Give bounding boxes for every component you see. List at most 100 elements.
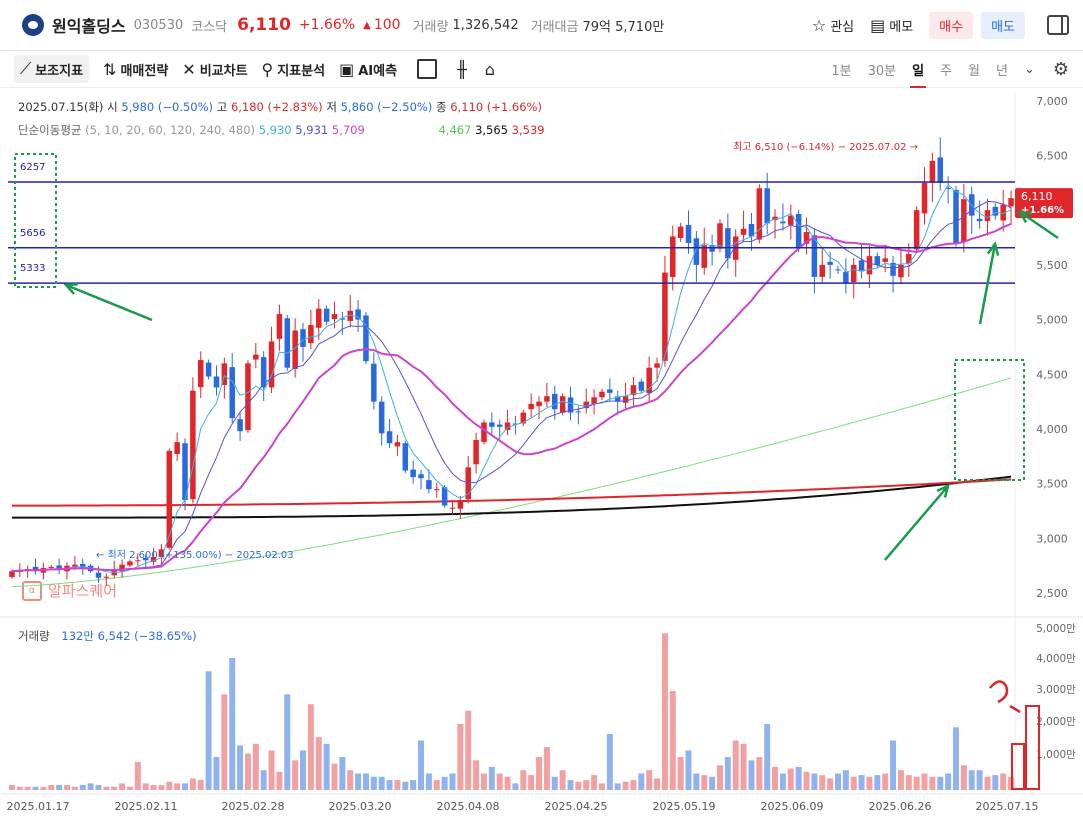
candle-body [536,401,542,407]
volume-bar [315,737,322,790]
volume-bar [158,785,165,790]
candle-body [402,443,409,471]
candle-body [394,442,401,447]
volume-bar [488,766,495,790]
annotation-arrow [65,283,153,322]
volume-bar [779,773,786,790]
volume-bar [803,771,810,790]
candle-body [559,396,566,413]
x-tick-label: 2025.06.09 [761,800,824,813]
volume-bar [402,781,409,790]
candle-body [166,450,173,548]
candle-body [316,308,322,328]
candle-body [961,199,967,242]
candle-body [638,381,645,391]
candle-body [599,391,605,398]
volume-bar [724,757,731,790]
candle-body [197,360,204,388]
candle-body [866,256,873,275]
x-tick-label: 2025.02.11 [115,800,178,813]
volume-bar [268,750,275,790]
volume-bar [512,783,519,790]
volume-bar [300,750,307,790]
candle-body [693,238,700,265]
candle-body [677,226,684,239]
volume-bar [953,727,959,790]
candle-body [276,314,283,339]
candle-body [929,160,936,183]
candle-body [882,258,888,262]
volume-bar [103,786,110,790]
candle-body [654,363,660,368]
candle-body [921,182,928,214]
volume-bar [654,778,661,790]
candle-body [426,480,432,490]
volume-bar [48,785,55,790]
candle-body [434,489,440,491]
candle-body [819,264,826,277]
volume-bar [559,770,566,790]
volume-bar [480,773,487,790]
candle-body [968,194,975,216]
volume-bar [630,780,637,790]
volume-bar [551,776,558,790]
candle-body [190,390,196,500]
volume-bar [174,783,181,790]
volume-bar [473,760,480,790]
annotation-arrow [884,485,949,561]
candle-body [205,362,212,377]
low-annotation: ← 최저 2,600 (+135.00%) − 2025.02.03 [96,549,294,561]
volume-bar [166,781,173,790]
volume-bar [976,770,983,790]
volume-bar [858,775,865,790]
volume-bar [244,753,251,790]
volume-bar [937,776,944,790]
volume-bar [252,743,259,790]
volume-bar [378,776,385,790]
volume-bar [850,776,857,790]
volume-bar [449,773,456,790]
volume-bar [677,757,684,790]
volume-bar [842,770,849,790]
volume-bar [496,773,503,790]
volume-bar [716,765,723,790]
candle-body [906,253,912,264]
volume-bar [394,780,401,790]
candle-body [953,189,959,243]
volume-bar [669,691,676,790]
volume-bar [347,770,354,790]
candle-body [457,500,464,509]
volume-bar [87,783,94,790]
candle-body [253,354,259,360]
candle-body [607,389,613,393]
volume-bar [890,740,897,790]
annotation-arrow [978,243,997,325]
candle-body [127,561,133,566]
candle-body [174,442,180,454]
volume-tick-label: 1,000만 [1036,749,1076,761]
candle-body [378,401,385,434]
ma120-line [11,475,1012,519]
x-tick-label: 2025.04.08 [437,800,500,813]
y-tick-label: 6,500 [1036,149,1068,162]
volume-tick-label: 4,000만 [1036,653,1076,665]
volume-bar [661,633,668,790]
candle-body [386,431,393,444]
x-tick-label: 2025.06.26 [869,800,932,813]
volume-bar [701,775,708,790]
volume-bar [874,775,881,790]
volume-bar [142,783,149,790]
volume-bar [205,671,212,790]
volume-bar [504,776,511,790]
candle-body [213,376,220,388]
volume-bar [433,780,440,790]
candle-body [780,221,786,224]
candle-body [268,341,275,388]
x-tick-label: 2025.01.17 [7,800,70,813]
candle-body [95,572,102,578]
price-chart[interactable]: 7,0006,5006,0005,5005,0004,5004,0003,500… [0,0,1083,826]
x-tick-label: 2025.07.15 [976,800,1039,813]
volume-bar [520,770,527,790]
volume-bar [693,773,700,790]
candle-body [418,474,424,479]
